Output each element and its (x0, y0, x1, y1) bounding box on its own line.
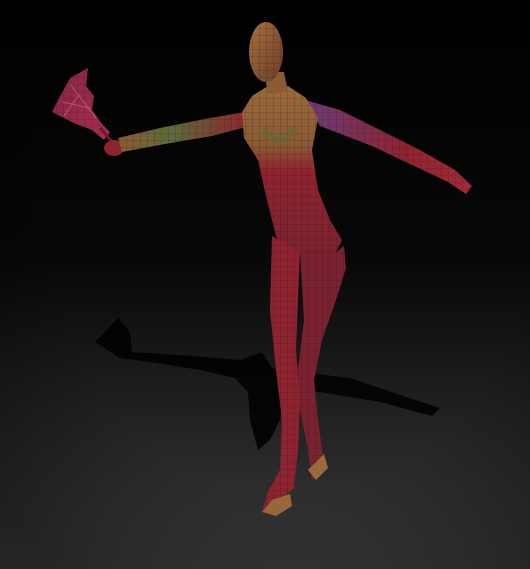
scene-svg (0, 0, 530, 569)
render-viewport (0, 0, 530, 569)
vignette-overlay (0, 0, 530, 569)
